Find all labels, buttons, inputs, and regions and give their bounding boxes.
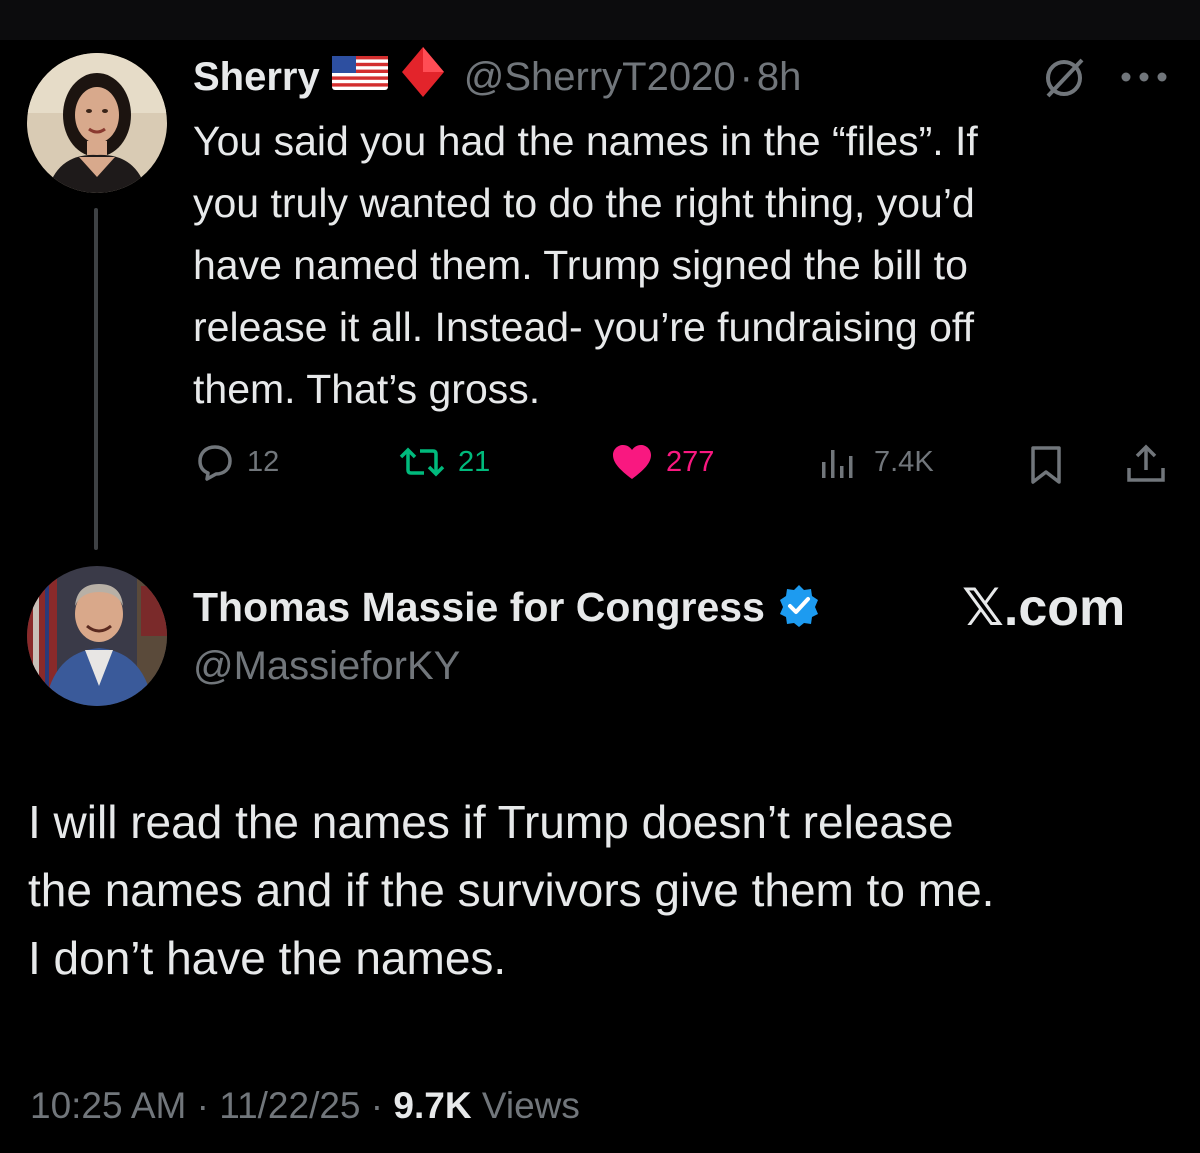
- reply-button[interactable]: 12: [195, 442, 279, 482]
- reply-text-line: have named them. Trump signed the bill t…: [193, 242, 968, 288]
- reply-text-line: them. That’s gross.: [193, 366, 541, 412]
- tweet-text-line: the names and if the survivors give them…: [28, 864, 995, 916]
- reply-text: You said you had the names in the “files…: [193, 110, 978, 420]
- author-name-row: Thomas Massie for Congress: [193, 580, 821, 634]
- grok-icon[interactable]: [1042, 56, 1086, 105]
- comment-icon: [195, 442, 235, 482]
- tweet-time[interactable]: 10:25 AM: [30, 1085, 186, 1126]
- author-name[interactable]: Thomas Massie for Congress: [193, 584, 765, 631]
- x-com-logo: 𝕏.com: [962, 579, 1126, 637]
- tweet-views-label: Views: [481, 1085, 580, 1126]
- reply-text-line: You said you had the names in the “files…: [193, 118, 978, 164]
- tweet-text-line: I don’t have the names.: [28, 932, 507, 984]
- reply-text-line: release it all. Instead- you’re fundrais…: [193, 304, 974, 350]
- reply-header: Sherry @SherryT2020 · 8h: [193, 47, 802, 104]
- tweet-views-count[interactable]: 9.7K: [393, 1085, 471, 1126]
- analytics-icon: [818, 442, 862, 482]
- views-count: 7.4K: [874, 445, 934, 478]
- reply-time[interactable]: 8h: [757, 55, 802, 100]
- tweet-text-line: I will read the names if Trump doesn’t r…: [28, 796, 954, 848]
- verified-badge-icon: [777, 583, 821, 632]
- tweet-text: I will read the names if Trump doesn’t r…: [28, 788, 994, 992]
- reply-author-avatar[interactable]: [27, 53, 167, 193]
- repost-icon: [398, 442, 446, 482]
- bookmark-icon: [1028, 444, 1064, 486]
- more-options-icon[interactable]: [1120, 70, 1168, 88]
- tweet-date[interactable]: 11/22/25: [219, 1085, 360, 1126]
- meta-separator: ·: [196, 1085, 209, 1126]
- meta-separator: ·: [370, 1085, 384, 1126]
- reply-author-name[interactable]: Sherry: [193, 55, 320, 100]
- flag-us-icon: [331, 55, 388, 100]
- reply-text-line: you truly wanted to do the right thing, …: [193, 180, 975, 226]
- repost-button[interactable]: 21: [398, 442, 490, 482]
- like-count: 277: [666, 445, 715, 478]
- reply-count: 12: [247, 445, 280, 478]
- author-avatar[interactable]: [27, 566, 167, 706]
- status-bar-strip: [0, 0, 1200, 40]
- share-button[interactable]: [1124, 442, 1168, 486]
- repost-count: 21: [458, 445, 491, 478]
- reply-author-handle[interactable]: @SherryT2020: [464, 55, 736, 100]
- tweet-metadata: 10:25 AM · 11/22/25 · 9.7K Views: [30, 1085, 580, 1127]
- share-icon: [1124, 442, 1168, 486]
- author-handle[interactable]: @MassieforKY: [193, 644, 460, 689]
- heart-icon: [610, 442, 654, 482]
- bookmark-button[interactable]: [1028, 444, 1064, 486]
- red-diamond-icon: [400, 45, 446, 109]
- like-button[interactable]: 277: [610, 442, 714, 482]
- reply-separator: ·: [739, 54, 753, 99]
- thread-connector-line: [94, 208, 98, 550]
- views-button[interactable]: 7.4K: [818, 442, 934, 482]
